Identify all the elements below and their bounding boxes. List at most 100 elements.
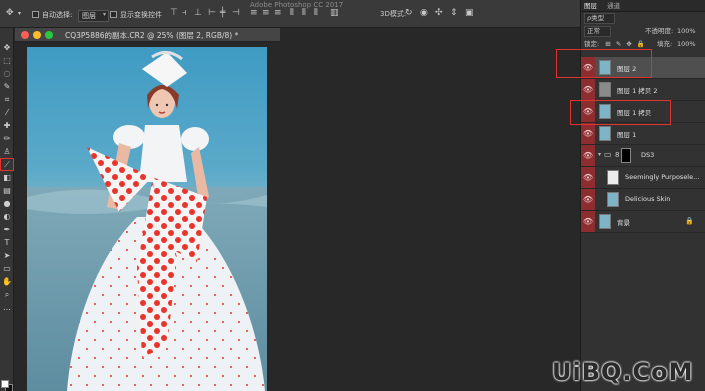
align-bottom-icon[interactable]: ⊥ (194, 9, 202, 18)
layer-row[interactable]: 👁 Seemingly Purposele... (581, 167, 705, 189)
lock-move-icon[interactable]: ✥ (626, 40, 631, 48)
eye-icon[interactable]: 👁 (581, 57, 595, 78)
layer-mask-thumbnail[interactable] (621, 148, 631, 163)
shape-tool-icon[interactable]: ▭ (1, 263, 13, 274)
align-hcenter-icon[interactable]: ╪ (220, 9, 225, 18)
document-canvas-photo[interactable] (27, 47, 267, 391)
layer-name: 图层 1 拷贝 (617, 109, 652, 117)
layer-name: 图层 2 (617, 65, 637, 73)
3d-scale-icon[interactable]: ▣ (465, 9, 474, 18)
auto-select-checkbox[interactable]: 自动选择: (32, 10, 72, 20)
distribute-top-icon[interactable]: ≡ (250, 9, 258, 18)
layer-name: Seemingly Purposele... (625, 173, 700, 181)
distribute-vcenter-icon[interactable]: ≡ (262, 9, 270, 18)
eraser-tool-icon[interactable]: ◧ (1, 172, 13, 183)
layers-panel: 图层 通道 ρ类型 正常 不透明度: 100% 锁定: ⊞ ✎ ✥ 🔒 填充: … (580, 0, 705, 391)
clone-stamp-tool-icon[interactable]: ♙ (1, 146, 13, 157)
gradient-tool-icon[interactable]: ▤ (1, 185, 13, 196)
healing-brush-tool-icon[interactable]: ✚ (1, 120, 13, 131)
layer-name: Delicious Skin (625, 195, 671, 203)
layer-row[interactable]: 👁 图层 1 (581, 123, 705, 145)
lock-icon: 🔒 (685, 217, 694, 225)
eye-icon[interactable]: 👁 (581, 189, 595, 210)
path-select-tool-icon[interactable]: ➤ (1, 250, 13, 261)
auto-align-icon[interactable]: ▥ (330, 9, 339, 18)
folder-icon: ▭ (604, 150, 612, 159)
marquee-tool-icon[interactable]: ⬚ (1, 55, 13, 66)
eye-icon[interactable]: 👁 (581, 123, 595, 144)
hand-tool-icon[interactable]: ✋ (1, 276, 13, 287)
layer-thumbnail (599, 60, 611, 75)
lasso-tool-icon[interactable]: ◌ (1, 68, 13, 79)
distribute-left-icon[interactable]: ⫴ (290, 9, 294, 18)
distribute-right-icon[interactable]: ⫴ (314, 9, 318, 18)
fill-value[interactable]: 100% (677, 38, 696, 51)
move-tool-icon[interactable]: ✥ (6, 9, 14, 18)
align-left-icon[interactable]: ⊢ (208, 9, 216, 18)
layer-thumbnail (599, 104, 611, 119)
more-tools-icon[interactable]: … (1, 302, 13, 313)
layer-row[interactable]: 👁 Delicious Skin (581, 189, 705, 211)
options-bar: Adobe Photoshop CC 2017 ✥ ▾ 自动选择: 图层 显示变… (0, 0, 580, 28)
crop-tool-icon[interactable]: ⌗ (1, 94, 13, 105)
eye-icon[interactable]: 👁 (581, 211, 595, 232)
opacity-value[interactable]: 100% (677, 25, 696, 38)
3d-rotate-icon[interactable]: ↻ (405, 9, 413, 18)
transform-controls-label: 显示变换控件 (120, 11, 162, 19)
lock-all-icon[interactable]: 🔒 (637, 40, 645, 48)
pen-tool-icon[interactable]: ✒ (1, 224, 13, 235)
blend-mode-dropdown[interactable]: 正常 (584, 26, 611, 37)
layer-group-row[interactable]: 👁 ▾ ▭ 8 DS3 (581, 145, 705, 167)
layers-list: 👁 图层 2 👁 图层 1 拷贝 2 👁 图层 1 拷贝 👁 图层 1 👁 ▾ … (581, 57, 705, 233)
blur-tool-icon[interactable]: ● (1, 198, 13, 209)
layer-row[interactable]: 👁 图层 1 拷贝 2 (581, 79, 705, 101)
foreground-color-swatch[interactable] (1, 380, 9, 388)
layer-thumbnail (599, 126, 611, 141)
3d-mode-label: 3D模式: (380, 10, 407, 18)
type-tool-icon[interactable]: T (1, 237, 13, 248)
close-window-icon[interactable] (21, 31, 29, 39)
move-tool-icon[interactable]: ✥ (1, 42, 13, 53)
3d-slide-icon[interactable]: ⇕ (450, 9, 458, 18)
tab-layers[interactable]: 图层 (584, 2, 597, 10)
link-icon: 8 (615, 151, 620, 159)
layer-name: 图层 1 (617, 131, 637, 139)
auto-select-dropdown[interactable]: 图层 (78, 10, 109, 22)
auto-select-label: 自动选择: (42, 11, 73, 19)
document-title: CQ3P5886的副本.CR2 @ 25% (图层 2, RGB/8) * (65, 31, 239, 40)
align-right-icon[interactable]: ⊣ (232, 9, 240, 18)
align-vcenter-icon[interactable]: ⫞ (182, 9, 187, 18)
dodge-tool-icon[interactable]: ◐ (1, 211, 13, 222)
eye-icon[interactable]: 👁 (581, 167, 595, 188)
lock-brush-icon[interactable]: ✎ (616, 40, 621, 48)
3d-roll-icon[interactable]: ◉ (420, 9, 428, 18)
maximize-window-icon[interactable] (45, 31, 53, 39)
align-top-icon[interactable]: ⊤ (170, 9, 178, 18)
layer-row[interactable]: 👁 背景 🔒 (581, 211, 705, 233)
3d-pan-icon[interactable]: ✣ (435, 9, 443, 18)
distribute-bottom-icon[interactable]: ≡ (274, 9, 282, 18)
layer-row[interactable]: 👁 图层 2 (581, 57, 705, 79)
eye-icon[interactable]: 👁 (581, 101, 595, 122)
opacity-label: 不透明度: (645, 27, 674, 35)
eye-icon[interactable]: 👁 (581, 79, 595, 100)
transform-controls-checkbox[interactable]: 显示变换控件 (110, 10, 162, 20)
fill-label: 填充: (657, 40, 673, 48)
lock-label: 锁定: (584, 40, 600, 48)
brush-tool-icon[interactable]: ✏ (1, 133, 13, 144)
layer-row[interactable]: 👁 图层 1 拷贝 (581, 101, 705, 123)
eyedropper-tool-icon[interactable]: ⁄ (1, 107, 13, 118)
chevron-down-icon[interactable]: ▾ (598, 151, 601, 158)
quick-select-tool-icon[interactable]: ✎ (1, 81, 13, 92)
history-brush-tool-icon[interactable]: ⟋ (0, 158, 14, 171)
layer-thumbnail (607, 170, 619, 185)
chevron-down-icon[interactable]: ▾ (18, 9, 21, 18)
zoom-tool-icon[interactable]: ⌕ (1, 289, 13, 300)
layer-filter-dropdown[interactable]: ρ类型 (584, 13, 616, 24)
lock-pixels-icon[interactable]: ⊞ (605, 40, 610, 48)
document-tab[interactable]: CQ3P5886的副本.CR2 @ 25% (图层 2, RGB/8) * (15, 28, 280, 42)
distribute-hcenter-icon[interactable]: ⫴ (302, 9, 306, 18)
minimize-window-icon[interactable] (33, 31, 41, 39)
tab-channels[interactable]: 通道 (607, 2, 620, 10)
eye-icon[interactable]: 👁 (581, 145, 595, 166)
